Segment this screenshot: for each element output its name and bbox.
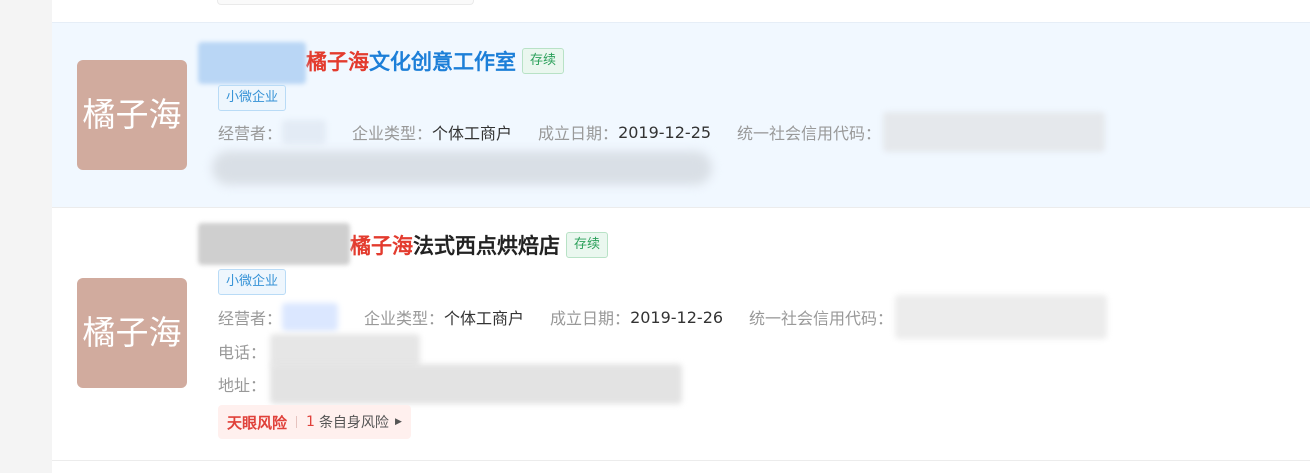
redacted-name-prefix [198,223,350,265]
previous-result-stub [217,0,474,5]
phone-row: 电话： [218,334,421,368]
redacted-credit-code [883,112,1106,152]
credit-code-label: 统一社会信用代码： [737,124,882,143]
company-name-link[interactable]: 橘子海法式西点烘焙店 [350,230,560,260]
address-row: 地址： [218,364,683,404]
company-type-label: 企业类型： [352,124,433,143]
name-highlight: 橘子海 [350,234,413,258]
redacted-credit-code [895,295,1108,339]
company-logo: 橘子海 [77,278,187,388]
company-info-row: 经营者： 企业类型： 个体工商户 成立日期： 2019-12-26 统一社会信用… [218,295,1108,339]
search-results-panel: 橘子海 橘子海文化创意工作室 存续 小微企业 经营者： 企业类型： 个体工商户 … [52,0,1310,473]
risk-brand-label: 天眼风险 [227,413,288,432]
founded-date-label: 成立日期： [538,124,619,143]
company-size-tag[interactable]: 小微企业 [218,85,287,111]
company-type-label: 企业类型： [364,309,445,328]
redacted-operator[interactable] [282,120,327,144]
name-highlight: 橘子海 [306,50,369,74]
company-info-row: 经营者： 企业类型： 个体工商户 成立日期： 2019-12-25 统一社会信用… [218,112,1106,152]
company-logo: 橘子海 [77,60,187,170]
operator-label: 经营者： [218,124,283,143]
redacted-detail-line [212,151,712,185]
redacted-address [270,364,683,404]
company-type-value: 个体工商户 [432,124,513,143]
result-card[interactable]: 橘子海 橘子海文化创意工作室 存续 小微企业 经营者： 企业类型： 个体工商户 … [52,22,1310,208]
redacted-name-prefix [198,42,306,84]
phone-label: 电话： [218,343,267,362]
status-badge: 存续 [566,232,609,258]
company-type-value: 个体工商户 [444,309,525,328]
operator-label: 经营者： [218,309,283,328]
triangle-right-icon: ▶ [394,417,402,427]
redacted-phone [270,334,421,368]
status-badge: 存续 [522,48,565,74]
credit-code-label: 统一社会信用代码： [749,309,894,328]
risk-count: 1 [306,414,315,430]
name-rest: 文化创意工作室 [369,50,516,74]
risk-text: 条自身风险 [318,415,389,431]
result-card[interactable]: 橘子海 橘子海法式西点烘焙店 存续 小微企业 经营者： 企业类型： 个体工商户 … [52,208,1310,461]
name-rest: 法式西点烘焙店 [413,234,560,258]
company-title-row: 橘子海法式西点烘焙店 存续 [198,223,609,265]
address-label: 地址： [218,376,267,395]
founded-date-label: 成立日期： [550,309,631,328]
company-size-tag[interactable]: 小微企业 [218,269,287,295]
founded-date-value: 2019-12-26 [630,307,724,327]
founded-date-value: 2019-12-25 [618,122,712,142]
company-title-row: 橘子海文化创意工作室 存续 [198,42,565,84]
redacted-operator[interactable] [282,303,339,331]
risk-divider [296,416,298,428]
risk-badge[interactable]: 天眼风险 1 条自身风险 ▶ [218,405,411,439]
company-name-link[interactable]: 橘子海文化创意工作室 [306,46,516,76]
